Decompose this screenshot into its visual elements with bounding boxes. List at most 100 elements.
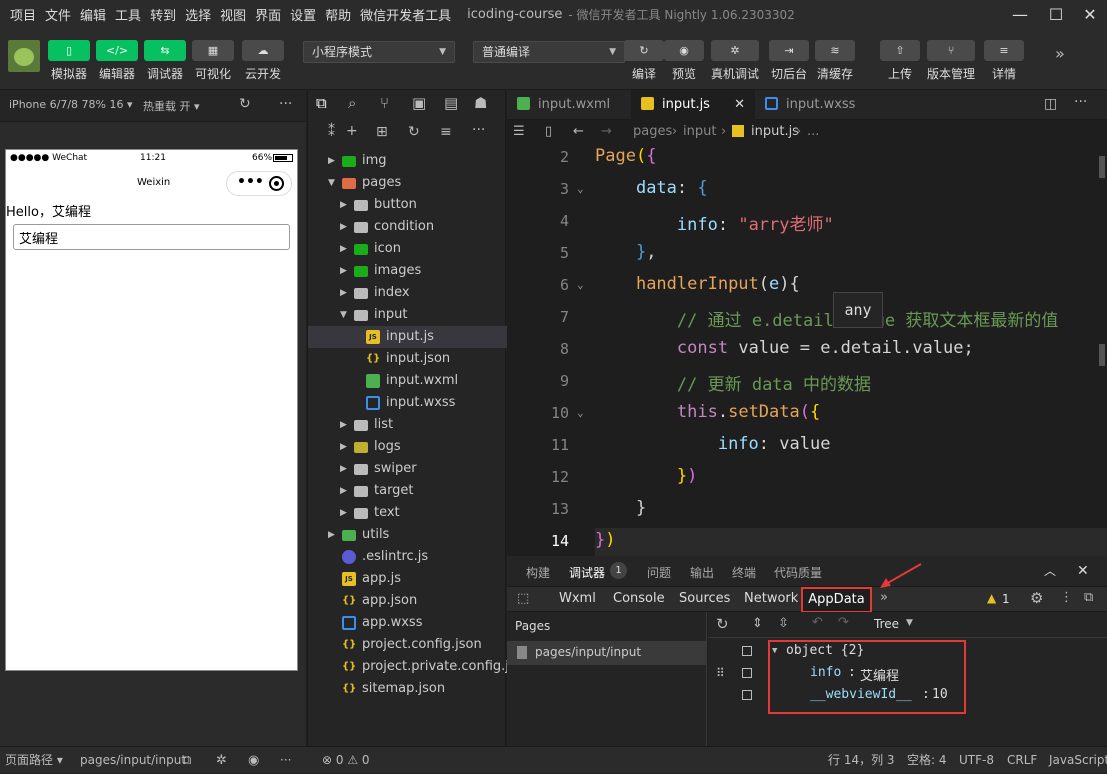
kebab-icon[interactable]: ⋮: [1060, 590, 1073, 605]
more-icon[interactable]: ···: [1074, 94, 1087, 110]
bug-icon[interactable]: ✲: [216, 747, 227, 774]
inspect-icon[interactable]: ⬚: [517, 591, 529, 606]
tab-build[interactable]: 构建: [526, 564, 550, 581]
folder-item[interactable]: ▶ condition: [308, 216, 507, 238]
breadcrumb-input[interactable]: input: [683, 120, 716, 144]
files-icon[interactable]: ⧉: [316, 94, 327, 112]
chevron-down-icon[interactable]: ▼: [340, 304, 347, 326]
folder-item[interactable]: ▶ target: [308, 480, 507, 502]
debugger-button[interactable]: ⇆ 调试器: [144, 40, 186, 82]
line-ending[interactable]: CRLF: [1007, 747, 1037, 774]
more-icon[interactable]: ···: [279, 96, 292, 112]
menu-item-edit[interactable]: 编辑: [80, 5, 106, 24]
tab-console[interactable]: Console: [613, 591, 665, 606]
checkbox-icon[interactable]: [742, 668, 752, 678]
file-item[interactable]: {} input.json: [308, 348, 507, 370]
folder-item[interactable]: ▼ input: [308, 304, 507, 326]
file-item[interactable]: input.wxml: [308, 370, 507, 392]
dock-icon[interactable]: ⧉: [1084, 590, 1093, 605]
folder-item[interactable]: ▶ logs: [308, 436, 507, 458]
page-item[interactable]: pages/input/input: [507, 641, 706, 665]
extensions-icon[interactable]: ▣: [412, 94, 426, 112]
tab-problems[interactable]: 问题: [647, 564, 671, 581]
code-line[interactable]: }): [595, 530, 616, 550]
tab-debugger[interactable]: 调试器: [569, 564, 605, 581]
tab-sources[interactable]: Sources: [679, 591, 730, 606]
undo-icon[interactable]: ↶: [812, 615, 823, 630]
back-arrow-icon[interactable]: ←: [573, 120, 584, 144]
editor-button[interactable]: </> 编辑器: [96, 40, 138, 82]
code-line[interactable]: // 通过 e.detail.value 获取文本框最新的值: [595, 306, 1058, 331]
folder-item[interactable]: ▶ swiper: [308, 458, 507, 480]
search-icon[interactable]: ⌕: [348, 94, 356, 112]
menu-item-help[interactable]: 帮助: [325, 5, 351, 24]
fold-icon[interactable]: ⌄: [577, 278, 584, 291]
compile-button[interactable]: ↻ 编译: [624, 40, 664, 82]
file-item[interactable]: input.wxss: [308, 392, 507, 414]
chevron-right-icon[interactable]: ▶: [328, 150, 335, 172]
page-path-select[interactable]: 页面路径 ▾: [5, 747, 63, 774]
tab-input-wxss[interactable]: input.wxss: [755, 90, 879, 120]
refresh-icon[interactable]: ↻: [408, 124, 420, 140]
code-line[interactable]: }): [595, 466, 698, 486]
menu-item-interface[interactable]: 界面: [255, 5, 281, 24]
compile-select[interactable]: 普通编译 ▼: [473, 41, 625, 63]
avatar[interactable]: [8, 40, 40, 72]
chevron-right-icon[interactable]: ▶: [340, 458, 347, 480]
collapse-icon[interactable]: ⇳: [778, 616, 789, 631]
text-input[interactable]: 艾编程: [13, 224, 290, 250]
chevron-right-icon[interactable]: ▶: [340, 480, 347, 502]
file-item[interactable]: app.wxss: [308, 612, 507, 634]
docker-icon[interactable]: ☗: [474, 94, 487, 112]
folder-item[interactable]: ▶ index: [308, 282, 507, 304]
new-folder-icon[interactable]: ⊞: [376, 124, 388, 140]
device-select[interactable]: iPhone 6/7/8 78% 16 ▾: [9, 98, 133, 111]
code-line[interactable]: info: value: [595, 434, 831, 454]
breadcrumb-pages[interactable]: pages: [633, 120, 672, 144]
cursor-position[interactable]: 行 14，列 3: [828, 747, 895, 774]
refresh-icon[interactable]: ↻: [716, 615, 729, 633]
folder-item[interactable]: ▶ button: [308, 194, 507, 216]
encoding[interactable]: UTF-8: [959, 747, 994, 774]
menu-item-file[interactable]: 文件: [45, 5, 71, 24]
code-line[interactable]: }: [595, 498, 646, 518]
code-line[interactable]: },: [595, 242, 657, 262]
more-dots-icon[interactable]: •••: [237, 174, 264, 190]
more-chevron-icon[interactable]: »: [1055, 44, 1065, 63]
chevron-right-icon[interactable]: ▶: [340, 194, 347, 216]
file-item[interactable]: JS input.js: [308, 326, 507, 348]
scrollbar[interactable]: [1099, 156, 1105, 178]
menu-item-wechat-devtools[interactable]: 微信开发者工具: [360, 5, 451, 24]
language-mode[interactable]: JavaScript: [1049, 747, 1107, 774]
breadcrumb-more[interactable]: ...: [807, 120, 819, 144]
fold-icon[interactable]: ⌄: [577, 406, 584, 419]
chevron-right-icon[interactable]: ▶: [340, 414, 347, 436]
menu-item-tools[interactable]: 工具: [115, 5, 141, 24]
tree-value-webviewid[interactable]: 10: [932, 687, 948, 702]
close-window-button[interactable]: ✕: [1070, 0, 1107, 28]
folder-item[interactable]: ▶ images: [308, 260, 507, 282]
redo-icon[interactable]: ↷: [838, 615, 849, 630]
code-line[interactable]: const value = e.detail.value;: [595, 338, 974, 358]
close-circle-icon[interactable]: [269, 176, 284, 191]
gear-icon[interactable]: ⚙: [1030, 589, 1043, 607]
problems-indicator[interactable]: ⊗ 0 ⚠ 0: [322, 747, 370, 774]
mode-select[interactable]: 小程序模式 ▼: [303, 41, 455, 63]
split-editor-icon[interactable]: ◫: [1044, 96, 1057, 112]
chevron-right-icon[interactable]: ▶: [340, 282, 347, 304]
storage-icon[interactable]: ▤: [444, 94, 458, 112]
code-line[interactable]: Page({: [595, 146, 656, 166]
fold-icon[interactable]: ⌄: [577, 182, 584, 195]
more-icon[interactable]: ···: [472, 122, 485, 138]
tab-output[interactable]: 输出: [690, 564, 714, 581]
version-button[interactable]: ⑂ 版本管理: [927, 40, 975, 82]
simulator-button[interactable]: ▯ 模拟器: [48, 40, 90, 82]
code-editor[interactable]: 2 3 4 5 6 7 8 9 10 11 12 13 14 ⌄ ⌄ ⌄ Page({ data: { inf…: [507, 144, 1107, 556]
forward-arrow-icon[interactable]: →: [601, 120, 612, 144]
list-icon[interactable]: ☰: [513, 120, 525, 144]
close-tab-icon[interactable]: ✕: [734, 90, 745, 120]
checkbox-icon[interactable]: [742, 646, 752, 656]
visual-button[interactable]: ▦ 可视化: [192, 40, 234, 82]
file-item[interactable]: JS app.js: [308, 568, 507, 590]
code-line[interactable]: data: {: [595, 178, 708, 198]
